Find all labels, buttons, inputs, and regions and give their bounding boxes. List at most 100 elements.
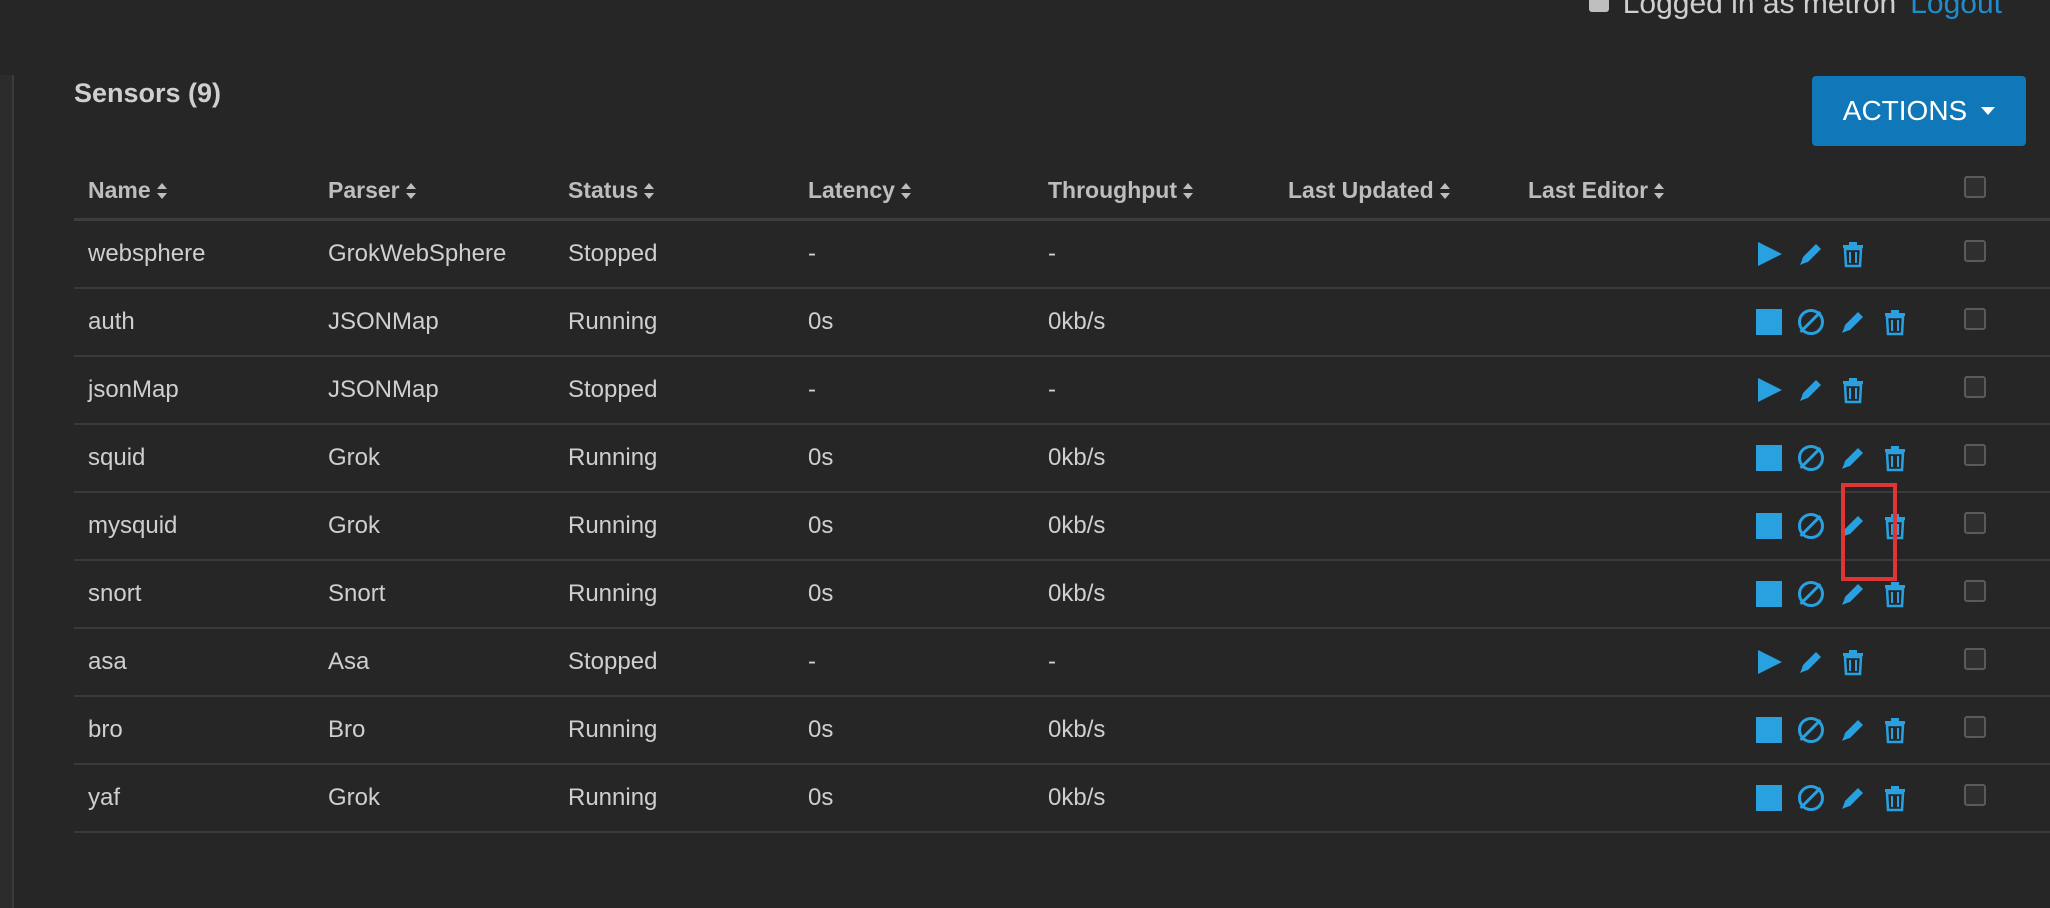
row-checkbox[interactable]	[1964, 375, 1986, 398]
row-checkbox[interactable]	[1964, 647, 1986, 670]
cell-select	[1950, 560, 2050, 629]
cell-latency: 0s	[794, 696, 1034, 765]
stop-icon[interactable]	[1754, 511, 1784, 541]
cell-last-updated	[1274, 288, 1514, 357]
table-row: asa Asa Stopped - -	[74, 628, 2050, 697]
disable-icon[interactable]	[1796, 511, 1826, 541]
row-checkbox[interactable]	[1964, 715, 1986, 738]
disable-icon[interactable]	[1796, 443, 1826, 473]
column-header-throughput[interactable]: Throughput	[1034, 162, 1274, 221]
cell-name: bro	[74, 696, 314, 765]
delete-icon[interactable]	[1880, 511, 1910, 541]
cell-actions	[1754, 764, 1950, 833]
row-checkbox[interactable]	[1964, 443, 1986, 466]
cell-latency: 0s	[794, 764, 1034, 833]
sort-icon	[1439, 183, 1450, 200]
cell-status: Running	[554, 424, 794, 493]
cell-last-updated	[1274, 628, 1514, 697]
column-header-actions	[1754, 162, 1950, 221]
cell-parser: Grok	[314, 424, 554, 493]
sort-icon	[1183, 183, 1194, 200]
left-rail	[0, 75, 14, 908]
column-header-status[interactable]: Status	[554, 162, 794, 221]
edit-icon[interactable]	[1838, 307, 1868, 337]
cell-last-editor	[1514, 628, 1754, 697]
table-row: jsonMap JSONMap Stopped - -	[74, 356, 2050, 425]
disable-icon[interactable]	[1796, 307, 1826, 337]
cell-actions	[1754, 424, 1950, 493]
delete-icon[interactable]	[1838, 647, 1868, 677]
cell-parser: JSONMap	[314, 356, 554, 425]
cell-name: asa	[74, 628, 314, 697]
column-header-last-editor[interactable]: Last Editor	[1514, 162, 1754, 221]
logout-link[interactable]: Logout	[1910, 0, 2002, 21]
cell-actions	[1754, 492, 1950, 561]
cell-actions	[1754, 628, 1950, 697]
delete-icon[interactable]	[1838, 239, 1868, 269]
cell-throughput: 0kb/s	[1034, 288, 1274, 357]
column-header-latency[interactable]: Latency	[794, 162, 1034, 221]
edit-icon[interactable]	[1796, 239, 1826, 269]
disable-icon[interactable]	[1796, 715, 1826, 745]
stop-icon[interactable]	[1754, 783, 1784, 813]
stop-icon[interactable]	[1754, 715, 1784, 745]
cell-last-updated	[1274, 696, 1514, 765]
cell-actions	[1754, 356, 1950, 425]
start-icon[interactable]	[1754, 375, 1784, 405]
row-checkbox[interactable]	[1964, 579, 1986, 602]
cell-latency: -	[794, 628, 1034, 697]
stop-icon[interactable]	[1754, 307, 1784, 337]
logged-in-text: Logged in as metron	[1622, 0, 1897, 20]
edit-icon[interactable]	[1838, 579, 1868, 609]
top-bar: Logged in as metron Logout	[1588, 0, 2002, 22]
sort-icon	[1654, 183, 1665, 200]
cell-latency: 0s	[794, 424, 1034, 493]
edit-icon[interactable]	[1838, 783, 1868, 813]
edit-icon[interactable]	[1838, 443, 1868, 473]
edit-icon[interactable]	[1796, 647, 1826, 677]
column-header-parser[interactable]: Parser	[314, 162, 554, 221]
column-header-last-updated[interactable]: Last Updated	[1274, 162, 1514, 221]
delete-icon[interactable]	[1880, 783, 1910, 813]
start-icon[interactable]	[1754, 647, 1784, 677]
row-checkbox[interactable]	[1964, 239, 1986, 262]
disable-icon[interactable]	[1796, 579, 1826, 609]
row-checkbox[interactable]	[1964, 511, 1986, 534]
cell-parser: GrokWebSphere	[314, 219, 554, 289]
delete-icon[interactable]	[1880, 579, 1910, 609]
stop-icon[interactable]	[1754, 443, 1784, 473]
cell-latency: 0s	[794, 288, 1034, 357]
disable-icon[interactable]	[1796, 783, 1826, 813]
edit-icon[interactable]	[1838, 715, 1868, 745]
cell-actions	[1754, 288, 1950, 357]
delete-icon[interactable]	[1880, 443, 1910, 473]
edit-icon[interactable]	[1796, 375, 1826, 405]
cell-select	[1950, 356, 2050, 425]
delete-icon[interactable]	[1880, 715, 1910, 745]
delete-icon[interactable]	[1838, 375, 1868, 405]
select-all-checkbox[interactable]	[1964, 176, 1986, 198]
cell-select	[1950, 492, 2050, 561]
cell-name: snort	[74, 560, 314, 629]
cell-last-editor	[1514, 764, 1754, 833]
stop-icon[interactable]	[1754, 579, 1784, 609]
cell-select	[1950, 424, 2050, 493]
cell-last-updated	[1274, 764, 1514, 833]
cell-last-editor	[1514, 560, 1754, 629]
cell-throughput: -	[1034, 628, 1274, 697]
edit-icon[interactable]	[1838, 511, 1868, 541]
cell-select	[1950, 288, 2050, 357]
start-icon[interactable]	[1754, 239, 1784, 269]
cell-status: Running	[554, 492, 794, 561]
sort-icon	[900, 183, 911, 200]
actions-button[interactable]: ACTIONS	[1812, 76, 2026, 146]
row-checkbox[interactable]	[1964, 783, 1986, 806]
caret-down-icon	[1981, 107, 1996, 115]
cell-select	[1950, 764, 2050, 833]
cell-actions	[1754, 696, 1950, 765]
cell-name: websphere	[74, 219, 314, 289]
row-checkbox[interactable]	[1964, 307, 1986, 330]
column-header-name[interactable]: Name	[74, 162, 314, 221]
delete-icon[interactable]	[1880, 307, 1910, 337]
sort-icon	[644, 183, 655, 200]
